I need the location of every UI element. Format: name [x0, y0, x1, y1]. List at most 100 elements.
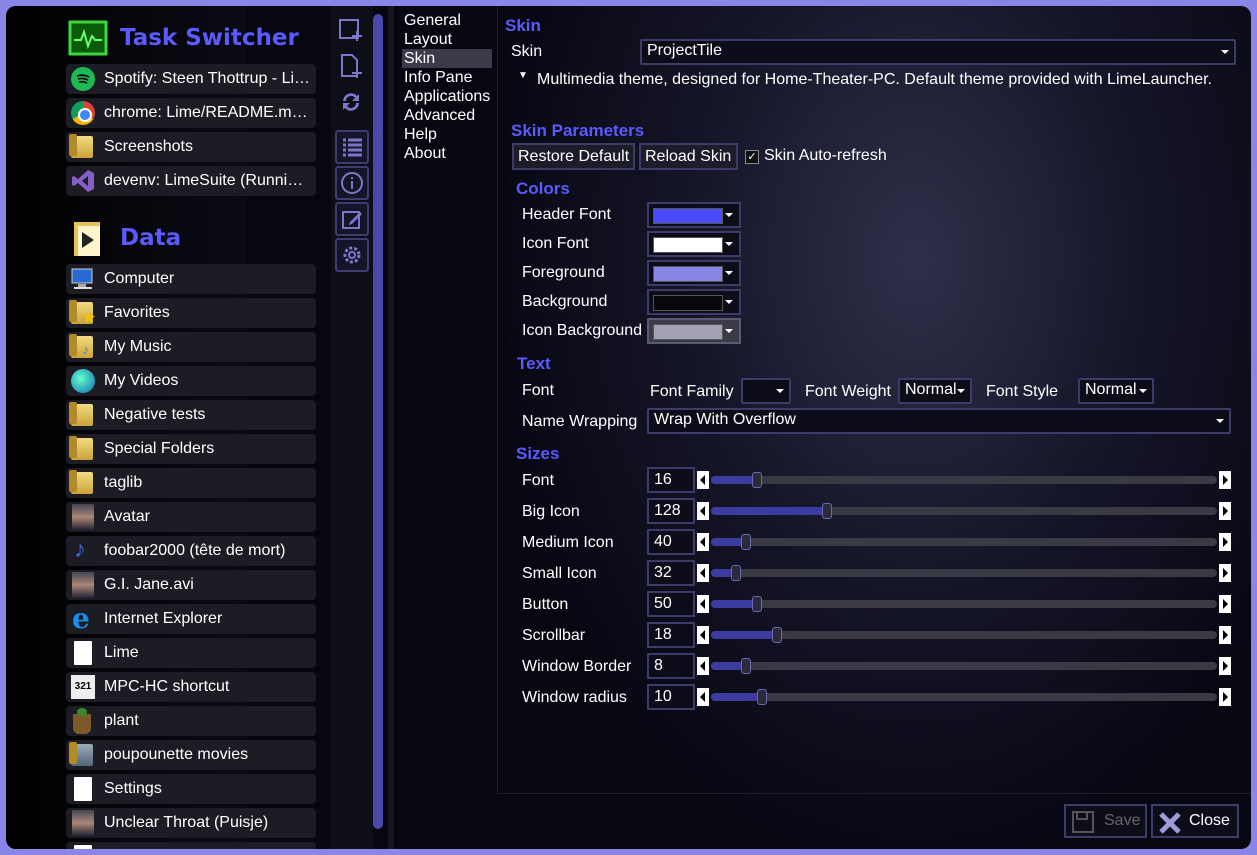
list-item[interactable]: ★ Favorites	[66, 298, 316, 328]
slider-left-arrow-icon[interactable]	[697, 502, 709, 520]
info-icon[interactable]	[335, 166, 369, 200]
list-item[interactable]: Negative tests	[66, 400, 316, 430]
nav-item-general[interactable]: General	[402, 11, 492, 30]
settings-gear-icon[interactable]	[335, 238, 369, 272]
list-item[interactable]: Settings	[66, 774, 316, 804]
restore-default-button[interactable]: Restore Default	[512, 143, 635, 170]
slider-right-arrow-icon[interactable]	[1219, 595, 1231, 613]
nav-item-about[interactable]: About	[402, 144, 492, 163]
slider-left-arrow-icon[interactable]	[697, 657, 709, 675]
font-style-select[interactable]: Normal	[1078, 378, 1154, 404]
nav-item-skin[interactable]: Skin	[402, 49, 492, 68]
slider-thumb[interactable]	[741, 534, 751, 550]
slider-right-arrow-icon[interactable]	[1219, 533, 1231, 551]
slider-track[interactable]	[711, 596, 1217, 612]
expand-triangle-icon[interactable]: ▼	[518, 70, 528, 81]
list-item[interactable]: devenv: LimeSuite (Running…	[66, 166, 316, 196]
list-item[interactable]: ♪ foobar2000 (tête de mort)	[66, 536, 316, 566]
list-view-icon[interactable]	[335, 130, 369, 164]
slider-track[interactable]	[711, 534, 1217, 550]
size-value-input[interactable]: 128	[647, 498, 695, 524]
slider-left-arrow-icon[interactable]	[697, 595, 709, 613]
color-picker[interactable]	[647, 289, 741, 315]
nav-item-advanced[interactable]: Advanced	[402, 106, 492, 125]
slider-right-arrow-icon[interactable]	[1219, 688, 1231, 706]
refresh-icon[interactable]	[335, 86, 367, 118]
slider-track[interactable]	[711, 689, 1217, 705]
font-family-select[interactable]	[741, 378, 791, 404]
font-weight-select[interactable]: Normal	[898, 378, 972, 404]
size-slider[interactable]	[697, 471, 1231, 489]
slider-right-arrow-icon[interactable]	[1219, 657, 1231, 675]
size-slider[interactable]	[697, 564, 1231, 582]
list-item[interactable]: G.I. Jane.avi	[66, 570, 316, 600]
size-value-input[interactable]: 50	[647, 591, 695, 617]
slider-track[interactable]	[711, 472, 1217, 488]
list-item[interactable]: Special Folders	[66, 434, 316, 464]
slider-thumb[interactable]	[741, 658, 751, 674]
reload-skin-button[interactable]: Reload Skin	[639, 143, 738, 170]
slider-left-arrow-icon[interactable]	[697, 688, 709, 706]
slider-right-arrow-icon[interactable]	[1219, 502, 1231, 520]
slider-track[interactable]	[711, 627, 1217, 643]
color-picker[interactable]	[647, 318, 741, 344]
size-value-input[interactable]: 16	[647, 467, 695, 493]
size-value-input[interactable]: 8	[647, 653, 695, 679]
size-slider[interactable]	[697, 657, 1231, 675]
slider-track[interactable]	[711, 565, 1217, 581]
slider-track[interactable]	[711, 658, 1217, 674]
slider-left-arrow-icon[interactable]	[697, 564, 709, 582]
slider-right-arrow-icon[interactable]	[1219, 471, 1231, 489]
list-item[interactable]: ♪ My Music	[66, 332, 316, 362]
slider-left-arrow-icon[interactable]	[697, 471, 709, 489]
list-item[interactable]: Screenshots	[66, 132, 316, 162]
slider-track[interactable]	[711, 503, 1217, 519]
slider-right-arrow-icon[interactable]	[1219, 626, 1231, 644]
list-item[interactable]: Spotify: Steen Thottrup - Liv…	[66, 64, 316, 94]
size-slider[interactable]	[697, 626, 1231, 644]
save-button[interactable]: Save	[1064, 804, 1147, 838]
list-item[interactable]: Weather	[66, 842, 316, 849]
color-picker[interactable]	[647, 260, 741, 286]
slider-thumb[interactable]	[822, 503, 832, 519]
skin-select[interactable]: ProjectTile	[640, 39, 1236, 65]
nav-item-info-pane[interactable]: Info Pane	[402, 68, 492, 87]
slider-thumb[interactable]	[731, 565, 741, 581]
slider-right-arrow-icon[interactable]	[1219, 564, 1231, 582]
new-window-icon[interactable]	[335, 14, 367, 46]
slider-thumb[interactable]	[752, 472, 762, 488]
color-picker[interactable]	[647, 202, 741, 228]
launcher-scrollbar[interactable]	[373, 14, 383, 829]
size-slider[interactable]	[697, 595, 1231, 613]
color-picker[interactable]	[647, 231, 741, 257]
nav-item-applications[interactable]: Applications	[402, 87, 492, 106]
size-slider[interactable]	[697, 502, 1231, 520]
size-value-input[interactable]: 32	[647, 560, 695, 586]
size-value-input[interactable]: 40	[647, 529, 695, 555]
list-item[interactable]: 321 MPC-HC shortcut	[66, 672, 316, 702]
list-item[interactable]: poupounette movies	[66, 740, 316, 770]
size-value-input[interactable]: 18	[647, 622, 695, 648]
list-item[interactable]: Computer	[66, 264, 316, 294]
list-item[interactable]: chrome: Lime/README.md…	[66, 98, 316, 128]
slider-thumb[interactable]	[757, 689, 767, 705]
list-item[interactable]: e Internet Explorer	[66, 602, 316, 635]
size-slider[interactable]	[697, 688, 1231, 706]
nav-item-layout[interactable]: Layout	[402, 30, 492, 49]
size-slider[interactable]	[697, 533, 1231, 551]
edit-icon[interactable]	[335, 202, 369, 236]
close-button[interactable]: Close	[1151, 804, 1239, 838]
list-item[interactable]: Unclear Throat (Puisje)	[66, 808, 316, 838]
slider-left-arrow-icon[interactable]	[697, 626, 709, 644]
list-item[interactable]: Avatar	[66, 502, 316, 532]
auto-refresh-checkbox[interactable]: ✓	[745, 150, 759, 164]
list-item[interactable]: plant	[66, 706, 316, 736]
new-file-icon[interactable]	[335, 50, 367, 82]
name-wrapping-select[interactable]: Wrap With Overflow	[647, 408, 1231, 434]
size-value-input[interactable]: 10	[647, 684, 695, 710]
list-item[interactable]: taglib	[66, 468, 316, 498]
nav-item-help[interactable]: Help	[402, 125, 492, 144]
list-item[interactable]: My Videos	[66, 366, 316, 396]
slider-left-arrow-icon[interactable]	[697, 533, 709, 551]
slider-thumb[interactable]	[772, 627, 782, 643]
